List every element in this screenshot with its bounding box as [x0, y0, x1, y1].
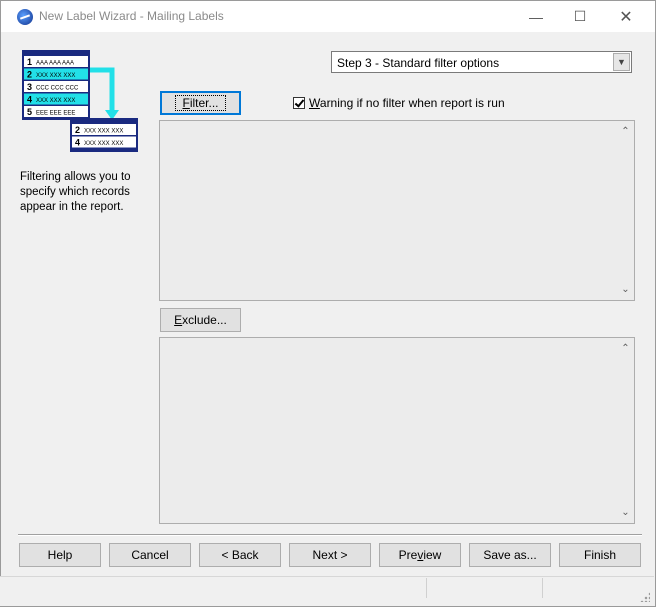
checkbox-checked-icon[interactable] [293, 97, 305, 109]
step-dropdown[interactable]: Step 3 - Standard filter options ▼ [331, 51, 632, 73]
illus-row-number: 5 [27, 107, 32, 117]
preview-button-label: Preview [398, 548, 442, 562]
filter-button[interactable]: Filter... [160, 91, 241, 115]
preview-button[interactable]: Preview [379, 543, 461, 567]
close-button[interactable]: ✕ [603, 1, 649, 32]
finish-button[interactable]: Finish [559, 543, 641, 567]
step-description: Filtering allows you to specify which re… [20, 171, 131, 213]
filter-list-scrollbar[interactable]: ⌃ ⌄ [617, 121, 634, 300]
step-dropdown-value: Step 3 - Standard filter options [337, 56, 500, 70]
exclude-button[interactable]: Exclude... [160, 308, 241, 332]
minimize-button[interactable]: — [513, 1, 559, 32]
illus-row-number: 1 [27, 57, 32, 67]
back-button[interactable]: < Back [199, 543, 281, 567]
illus-row-text: XXX XXX XXX [36, 73, 75, 79]
status-separator [426, 578, 427, 598]
scroll-up-icon[interactable]: ⌃ [617, 340, 634, 357]
scroll-down-icon[interactable]: ⌄ [617, 281, 634, 298]
illus-row-text: AAA AAA AAA [36, 61, 74, 67]
title-bar: New Label Wizard - Mailing Labels — ☐ ✕ [1, 1, 655, 32]
footer-divider [18, 534, 642, 536]
maximize-button[interactable]: ☐ [557, 1, 603, 32]
illus-row-text: XXX XXX XXX [36, 98, 75, 104]
scroll-up-icon[interactable]: ⌃ [617, 123, 634, 140]
window-title: New Label Wizard - Mailing Labels [39, 9, 224, 23]
illus-row-number: 2 [75, 125, 80, 135]
filter-illustration: 1 AAA AAA AAA 2 XXX XXX XXX 3 CCC CCC CCC 4 XXX… [22, 50, 138, 152]
illus-row-number: 4 [27, 95, 32, 105]
illus-arrow [90, 67, 115, 112]
warning-checkbox-label: Warning if no filter when report is run [309, 96, 505, 110]
illus-row-text: CCC CCC CCC [36, 86, 79, 92]
warning-no-filter-checkbox[interactable]: Warning if no filter when report is run [293, 96, 505, 110]
exclude-criteria-list[interactable]: ⌃ ⌄ [159, 337, 635, 524]
exclude-button-label: Exclude... [174, 313, 227, 327]
help-button[interactable]: Help [19, 543, 101, 567]
chevron-down-icon[interactable]: ▼ [613, 53, 630, 71]
exclude-list-scrollbar[interactable]: ⌃ ⌄ [617, 338, 634, 523]
illus-row-text: XXX XXX XXX [84, 141, 123, 147]
status-bar [0, 576, 654, 606]
save-as-button[interactable]: Save as... [469, 543, 551, 567]
illus-row-number: 2 [27, 70, 32, 80]
next-button[interactable]: Next > [289, 543, 371, 567]
filter-criteria-list[interactable]: ⌃ ⌄ [159, 120, 635, 301]
status-separator [542, 578, 543, 598]
illus-row-number: 4 [75, 138, 80, 148]
filter-button-label: Filter... [175, 95, 226, 111]
illus-row-number: 3 [27, 82, 32, 92]
illus-row-text: XXX XXX XXX [84, 129, 123, 135]
cancel-button[interactable]: Cancel [109, 543, 191, 567]
app-icon [17, 9, 33, 25]
illus-row-text: EEE EEE EEE [36, 111, 75, 117]
scroll-down-icon[interactable]: ⌄ [617, 504, 634, 521]
